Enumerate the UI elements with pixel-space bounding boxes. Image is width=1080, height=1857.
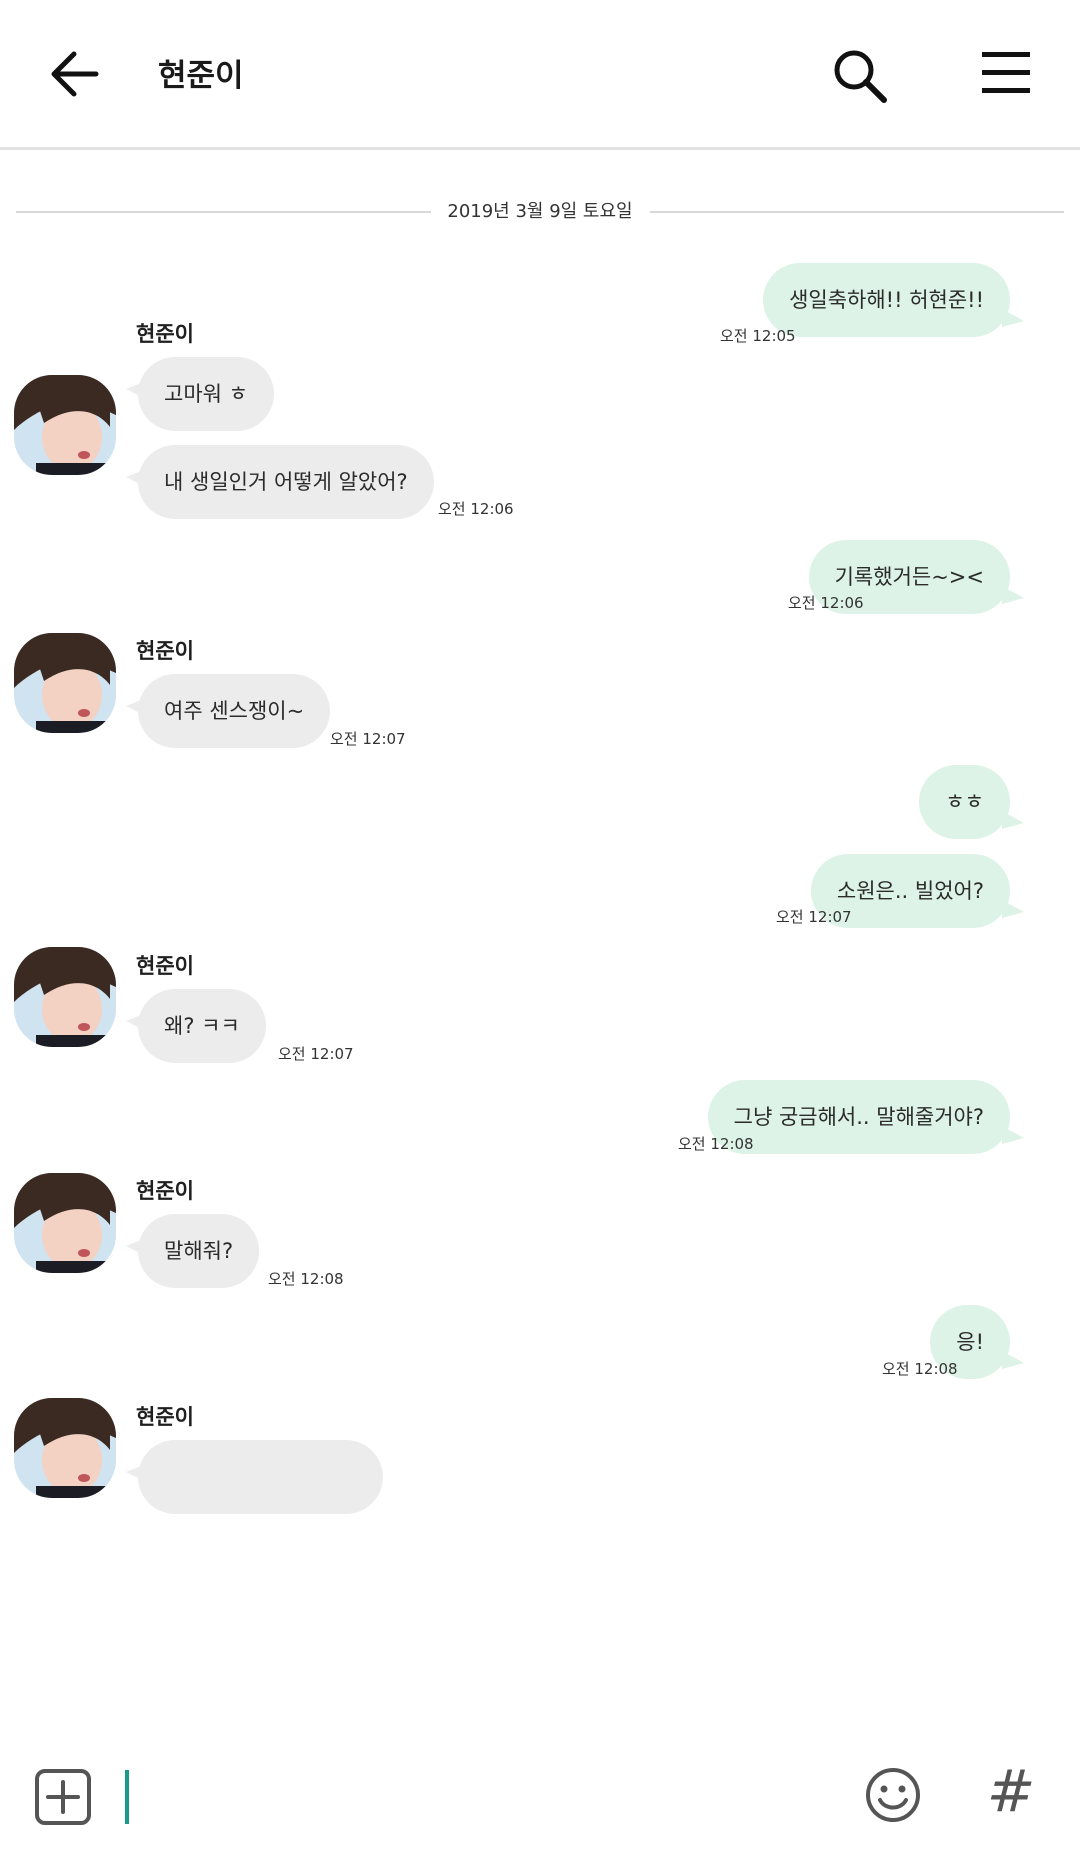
avatar[interactable] bbox=[14, 1173, 116, 1273]
search-icon bbox=[834, 50, 887, 103]
search-button[interactable] bbox=[828, 44, 892, 108]
message-time: 오전 12:06 bbox=[438, 500, 514, 518]
message-time: 오전 12:06 bbox=[788, 594, 864, 612]
avatar[interactable] bbox=[14, 947, 116, 1047]
message-bubble-incoming[interactable]: 말해줘? bbox=[125, 1214, 260, 1288]
hashtag-button[interactable]: # bbox=[986, 1756, 1036, 1826]
message-time: 오전 12:07 bbox=[776, 908, 852, 926]
input-bar: # bbox=[0, 1730, 1080, 1857]
message-time: 오전 12:08 bbox=[268, 1270, 344, 1288]
message-time: 오전 12:07 bbox=[330, 730, 406, 748]
message-time: 오전 12:05 bbox=[720, 327, 796, 345]
arrow-left-icon bbox=[51, 51, 99, 97]
plus-square-icon bbox=[35, 1769, 91, 1825]
avatar[interactable] bbox=[14, 375, 116, 475]
date-divider-label: 2019년 3월 9일 토요일 bbox=[431, 201, 649, 222]
message-bubble-outgoing[interactable]: 생일축하해!! 허현준!! bbox=[763, 263, 1024, 337]
message-time: 오전 12:08 bbox=[882, 1360, 958, 1378]
hamburger-menu-icon bbox=[982, 52, 1030, 93]
smiley-icon bbox=[866, 1768, 920, 1822]
attach-button[interactable] bbox=[34, 1768, 92, 1826]
avatar[interactable] bbox=[14, 633, 116, 733]
message-bubble-outgoing[interactable]: ㅎㅎ bbox=[919, 765, 1024, 839]
message-time: 오전 12:07 bbox=[278, 1045, 354, 1063]
menu-button[interactable] bbox=[980, 50, 1032, 96]
message-input[interactable] bbox=[120, 1768, 820, 1826]
message-bubble-incoming[interactable]: 왜? ㅋㅋ bbox=[126, 989, 266, 1063]
emoji-button[interactable] bbox=[864, 1766, 922, 1824]
message-time: 오전 12:08 bbox=[678, 1135, 754, 1153]
date-divider: 2019년 3월 9일 토요일 bbox=[0, 197, 1080, 223]
text-caret bbox=[125, 1770, 129, 1824]
chat-header: 현준이 bbox=[0, 0, 1080, 150]
sender-name: 현준이 bbox=[136, 639, 194, 663]
message-bubble-incoming[interactable]: 내 생일인거 어떻게 알았어? bbox=[126, 445, 434, 519]
sender-name: 현준이 bbox=[136, 322, 194, 346]
message-bubble-incoming[interactable]: 고마워 ㅎ bbox=[126, 357, 274, 431]
avatar[interactable] bbox=[14, 1398, 116, 1498]
sender-name: 현준이 bbox=[136, 954, 194, 978]
message-bubble-incoming[interactable] bbox=[126, 1440, 383, 1514]
message-bubble-incoming[interactable]: 여주 센스쟁이~ bbox=[125, 674, 331, 748]
chat-title: 현준이 bbox=[158, 58, 244, 94]
back-button[interactable] bbox=[46, 44, 108, 104]
sender-name: 현준이 bbox=[136, 1179, 194, 1203]
sender-name: 현준이 bbox=[136, 1405, 194, 1429]
message-list[interactable]: 2019년 3월 9일 토요일 생일축하해!! 허현준!! 오전 12:05 현… bbox=[0, 153, 1080, 1730]
